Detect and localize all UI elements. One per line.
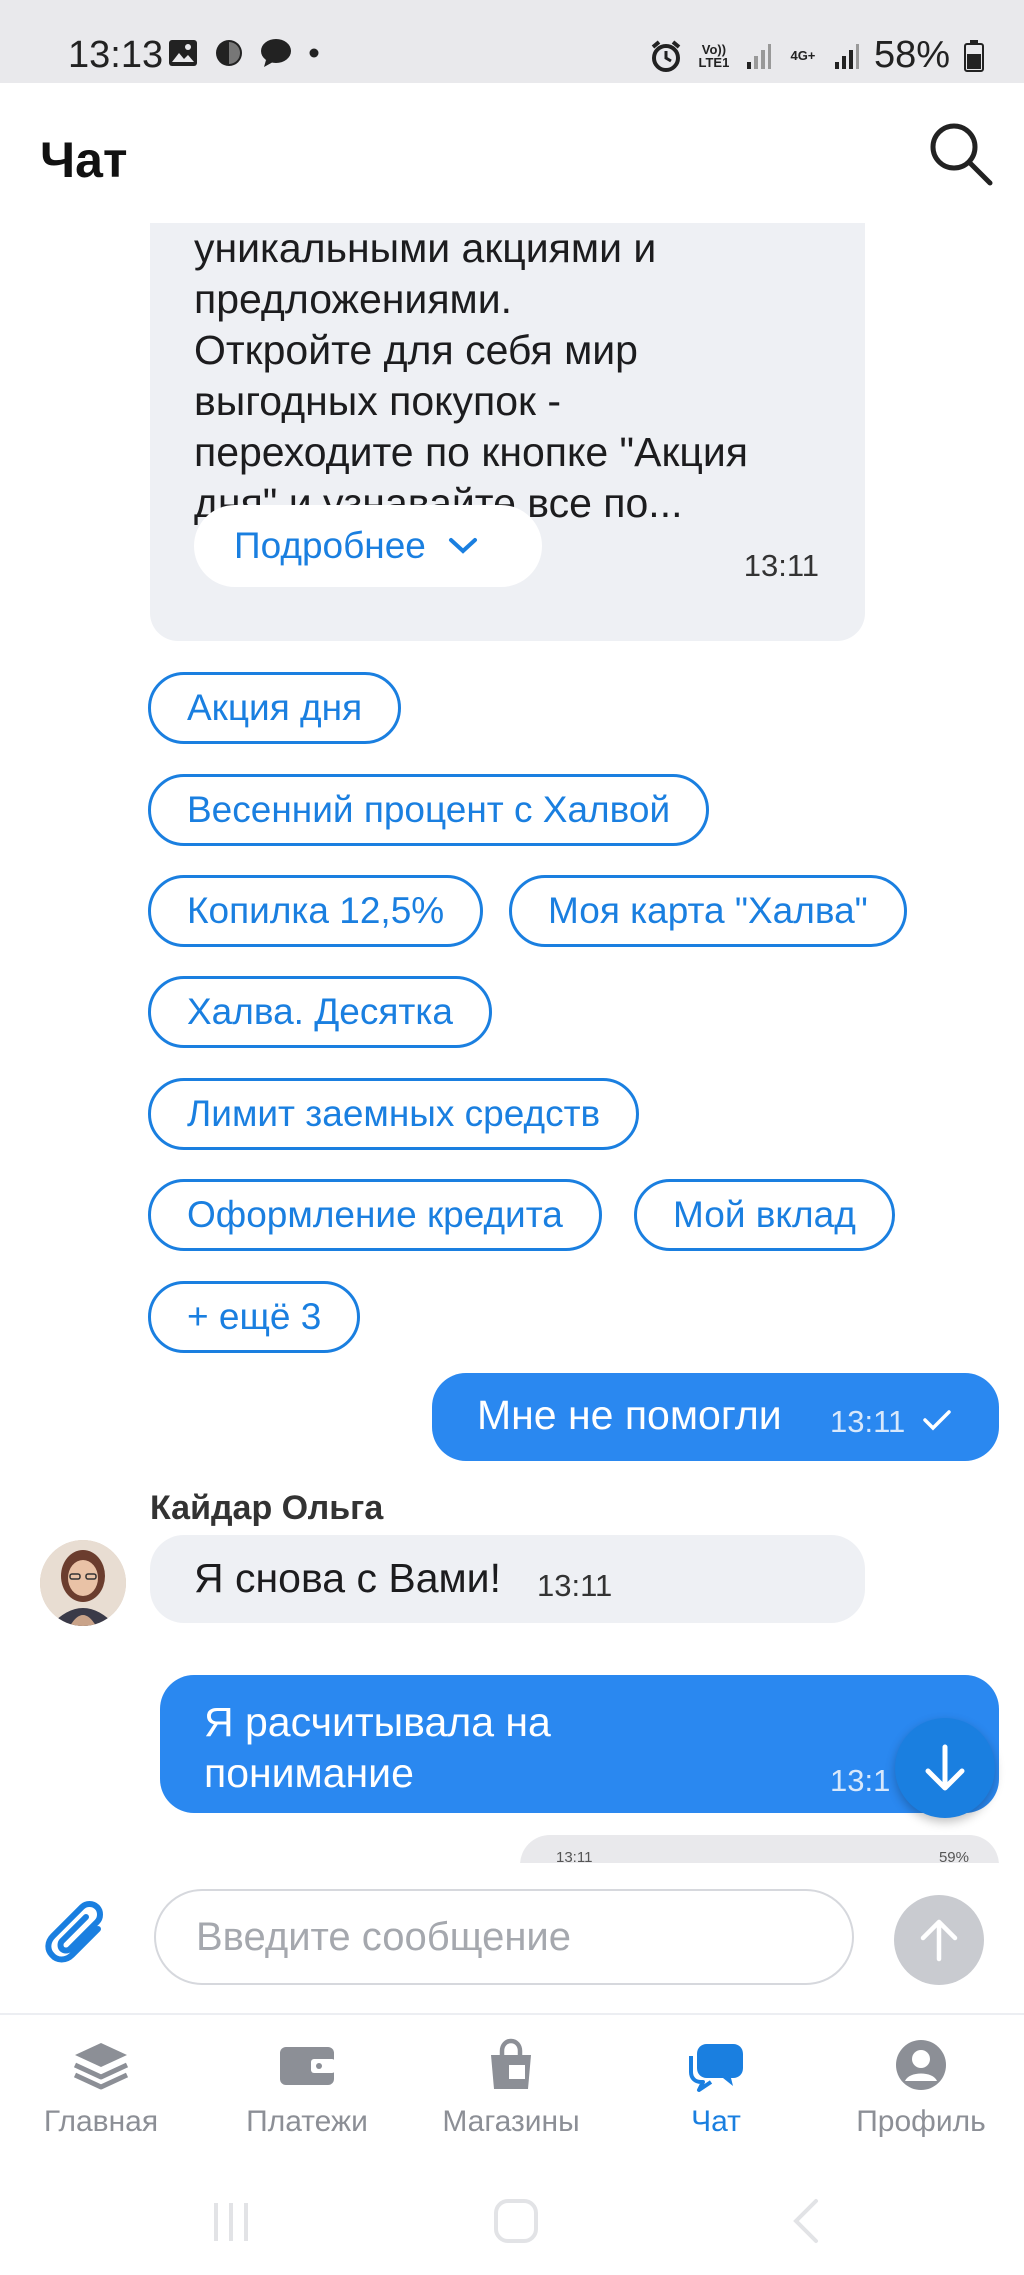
nav-label: Чат bbox=[691, 2105, 741, 2138]
volte-label: Vo)) LTE1 bbox=[698, 41, 730, 70]
image-attachment-preview[interactable]: 13:11 59% bbox=[520, 1835, 999, 1863]
message-line: переходите по кнопке "Акция bbox=[194, 429, 748, 475]
message-input[interactable] bbox=[154, 1889, 854, 1985]
nav-item-profile[interactable]: Профиль bbox=[821, 2035, 1021, 2139]
message-time: 13:11 bbox=[743, 548, 819, 583]
page-title: Чат bbox=[40, 132, 128, 188]
nav-item-chat[interactable]: Чат bbox=[616, 2035, 816, 2139]
nav-label: Магазины bbox=[442, 2105, 580, 2138]
message-line: выгодных покупок - bbox=[194, 378, 562, 424]
user-message-text: Мне не помогли bbox=[477, 1392, 782, 1438]
alarm-icon bbox=[651, 39, 681, 72]
nav-label: Главная bbox=[43, 2105, 159, 2138]
status-time: 13:13 bbox=[68, 34, 164, 76]
chat-bubbles-icon bbox=[689, 2044, 743, 2092]
bot-message-text: уникальными акциями и предложениями. Отк… bbox=[194, 223, 834, 529]
battery-percent: 58% bbox=[873, 34, 950, 76]
scroll-down-button[interactable] bbox=[895, 1718, 995, 1818]
wallet-icon bbox=[280, 2047, 335, 2085]
search-button[interactable] bbox=[924, 117, 996, 189]
quick-reply-chip[interactable]: Халва. Десятка bbox=[148, 976, 492, 1048]
nav-item-payments[interactable]: Платежи bbox=[207, 2035, 407, 2139]
nav-item-home[interactable]: Главная bbox=[1, 2035, 201, 2139]
quick-reply-chip[interactable]: Лимит заемных средств bbox=[148, 1078, 640, 1150]
more-label: Подробнее bbox=[234, 525, 426, 566]
dot-icon bbox=[309, 48, 319, 58]
quick-reply-chip[interactable]: Весенний процент с Халвой bbox=[148, 774, 710, 846]
search-icon bbox=[930, 123, 993, 186]
message-line: уникальными акциями и bbox=[194, 225, 657, 271]
quick-reply-chip[interactable]: Акция дня bbox=[148, 672, 402, 744]
home-icon[interactable] bbox=[492, 2197, 540, 2245]
user-message-bubble: Мне не помогли 13:11 bbox=[432, 1373, 999, 1461]
message-time: 13:11 bbox=[537, 1568, 613, 1603]
notification-icons bbox=[168, 38, 320, 68]
message-icon bbox=[261, 39, 291, 67]
preview-battery: 59% bbox=[938, 1849, 969, 1863]
arrow-down-icon bbox=[925, 1744, 965, 1791]
bottom-navigation: Главная Платежи Магазины Чат Профиль bbox=[0, 2013, 1024, 2165]
quick-reply-chip[interactable]: Мой вклад bbox=[634, 1179, 895, 1251]
paperclip-icon bbox=[45, 1901, 103, 1963]
avatar bbox=[40, 1540, 126, 1626]
message-time: 13:1 bbox=[830, 1763, 891, 1798]
layers-icon bbox=[73, 2043, 129, 2090]
check-icon bbox=[923, 1410, 951, 1431]
status-right: Vo)) LTE1 4G+ 58% bbox=[650, 34, 984, 77]
more-button[interactable]: Подробнее bbox=[194, 505, 542, 587]
signal-icon-2 bbox=[834, 43, 859, 69]
operator-photo bbox=[40, 1540, 126, 1626]
status-bar: 13:13 Vo)) LTE1 4G+ 58% bbox=[0, 0, 1024, 83]
chat-feed[interactable]: уникальными акциями и предложениями. Отк… bbox=[0, 223, 1024, 1863]
operator-message-bubble: Я снова с Вами! 13:11 bbox=[150, 1535, 865, 1623]
preview-time: 13:11 bbox=[556, 1849, 593, 1863]
shopping-bag-icon bbox=[491, 2038, 531, 2089]
operator-message-text: Я снова с Вами! bbox=[194, 1555, 501, 1601]
quick-reply-chip[interactable]: Оформление кредита bbox=[148, 1179, 602, 1251]
message-composer bbox=[0, 1863, 1024, 2013]
arrow-up-icon bbox=[920, 1919, 958, 1962]
user-message-bubble: Я расчитывала на понимание 13:1 bbox=[160, 1675, 999, 1813]
quick-reply-chip[interactable]: Копилка 12,5% bbox=[148, 875, 484, 947]
halva-app-icon bbox=[216, 40, 242, 66]
nav-label: Платежи bbox=[246, 2105, 368, 2138]
operator-name: Кайдар Ольга bbox=[150, 1489, 384, 1527]
network-type: 4G+ bbox=[790, 48, 816, 63]
message-time: 13:11 bbox=[830, 1404, 906, 1439]
profile-icon bbox=[896, 2040, 946, 2090]
system-navigation-bar bbox=[0, 2163, 1024, 2275]
nav-label: Профиль bbox=[856, 2105, 986, 2138]
battery-icon bbox=[964, 39, 984, 72]
recent-apps-icon[interactable] bbox=[208, 2199, 254, 2245]
bot-message-bubble: уникальными акциями и предложениями. Отк… bbox=[150, 223, 865, 641]
back-icon[interactable] bbox=[786, 2197, 826, 2245]
app-header: Чат bbox=[0, 83, 1024, 223]
user-message-line: понимание bbox=[204, 1750, 414, 1796]
quick-reply-chip[interactable]: + ещё 3 bbox=[148, 1281, 361, 1353]
chevron-down-icon bbox=[448, 538, 477, 554]
send-button[interactable] bbox=[894, 1895, 984, 1985]
attach-button[interactable] bbox=[40, 1899, 120, 1979]
nav-item-stores[interactable]: Магазины bbox=[411, 2035, 611, 2139]
message-line: предложениями. bbox=[194, 276, 513, 322]
user-message-line: Я расчитывала на bbox=[204, 1699, 551, 1745]
gallery-icon bbox=[169, 40, 197, 66]
signal-icon bbox=[746, 43, 771, 69]
message-line: Откройте для себя мир bbox=[194, 327, 638, 373]
quick-reply-chip[interactable]: Моя карта "Халва" bbox=[509, 875, 907, 947]
